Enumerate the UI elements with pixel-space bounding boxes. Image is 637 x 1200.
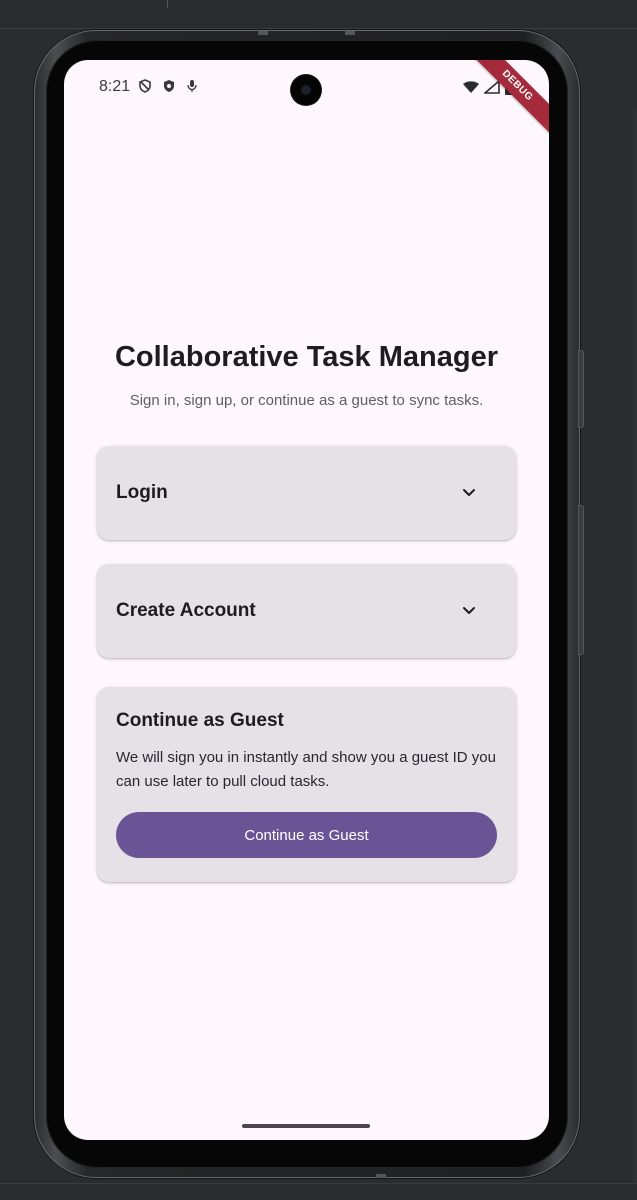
frame-antenna-line (258, 31, 268, 35)
mic-icon (186, 79, 198, 93)
emulator-statusbar (0, 1183, 637, 1200)
status-time: 8:21 (99, 78, 131, 95)
frame-antenna-line (345, 31, 355, 35)
create-account-panel[interactable]: Create Account (97, 564, 516, 658)
wifi-icon (462, 80, 480, 99)
guest-panel-title: Continue as Guest (116, 710, 284, 731)
status-left-icons (138, 79, 198, 93)
emulator-side-panel (633, 110, 637, 1183)
login-panel[interactable]: Login (97, 446, 516, 540)
create-account-panel-title: Create Account (116, 600, 256, 621)
login-panel-title: Login (116, 482, 168, 503)
guest-panel: Continue as Guest We will sign you in in… (97, 687, 516, 882)
continue-as-guest-button[interactable]: Continue as Guest (116, 812, 497, 858)
cellular-signal-icon (482, 79, 500, 99)
volume-rocker[interactable] (578, 505, 584, 655)
vpn-key-icon (138, 79, 152, 93)
frame-antenna-line (376, 1174, 386, 1178)
toolbar-separator (167, 0, 168, 8)
chevron-down-icon[interactable] (461, 604, 477, 618)
shield-icon (162, 79, 176, 93)
app-screen: 8:21 DEBUG Collaborative Task Manager Si… (64, 60, 549, 1140)
emulator-toolbar (0, 0, 637, 29)
page-title: Collaborative Task Manager (114, 341, 499, 373)
debug-banner: DEBUG (460, 60, 549, 143)
chevron-down-icon[interactable] (461, 486, 477, 500)
guest-panel-description: We will sign you in instantly and show y… (116, 749, 496, 790)
home-indicator[interactable] (242, 1124, 370, 1128)
front-camera (291, 75, 321, 105)
page-subtitle: Sign in, sign up, or continue as a guest… (129, 392, 484, 409)
power-button[interactable] (578, 350, 584, 428)
